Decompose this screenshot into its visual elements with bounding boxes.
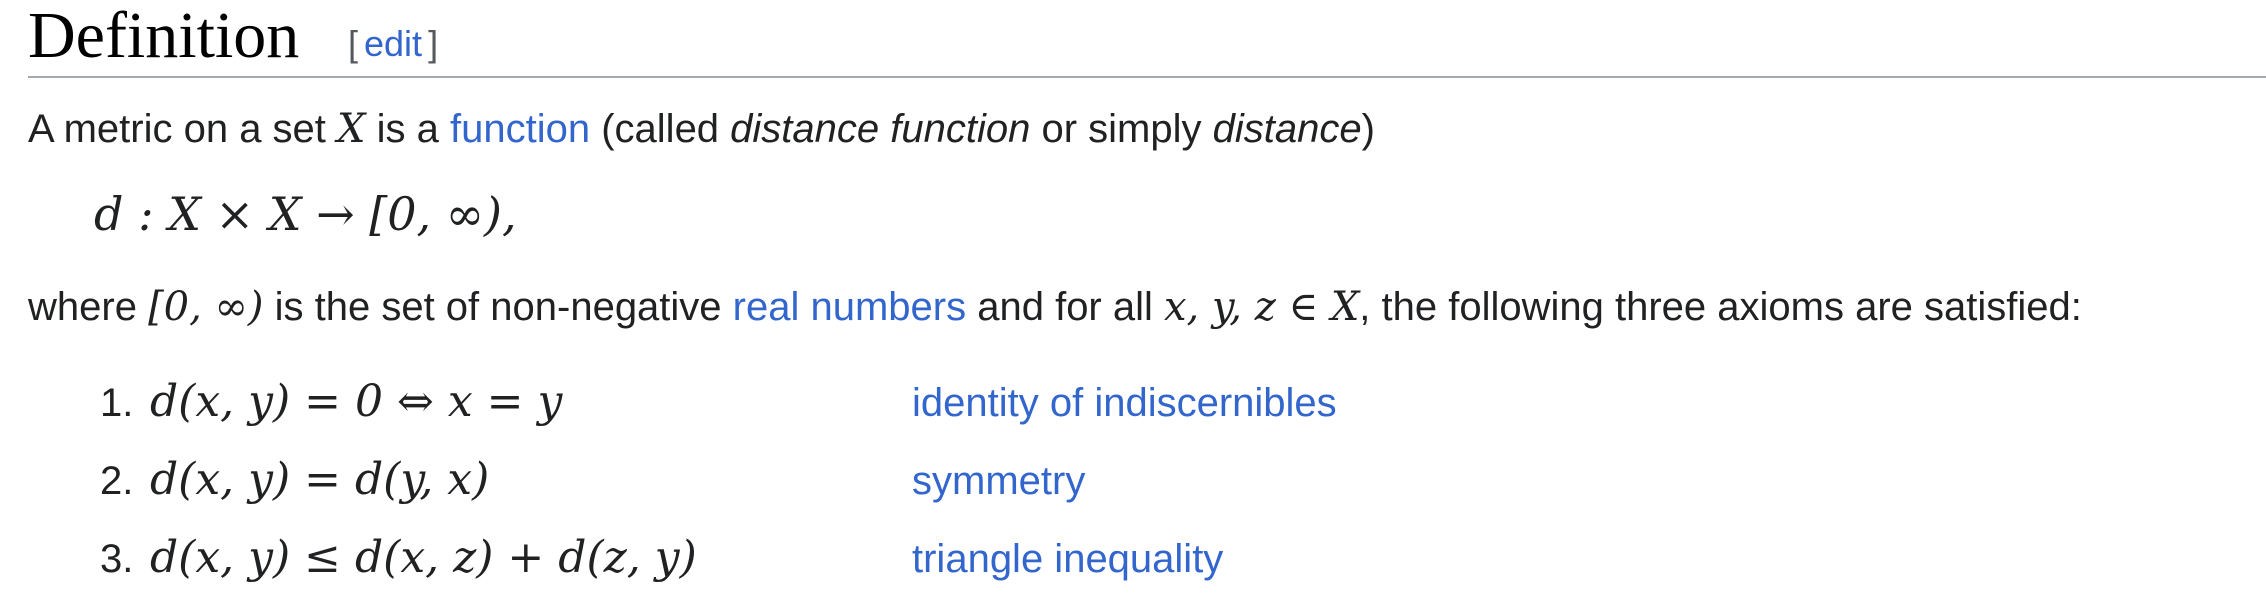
function-link[interactable]: function bbox=[450, 107, 590, 151]
intro-paragraph: A metric on a set X is a function (calle… bbox=[28, 104, 1375, 154]
edit-bracket-open: [ bbox=[348, 23, 359, 64]
interval-formula: [0, ∞) bbox=[148, 284, 264, 330]
axiom-item: 1. d(x, y) = 0 ⇔ x = y identity of indis… bbox=[100, 372, 1400, 432]
axiom-name-link[interactable]: symmetry bbox=[912, 456, 1085, 506]
axiom-number: 2. bbox=[100, 459, 134, 503]
axiom-number: 3. bbox=[100, 537, 134, 581]
axiom-formula: d(x, y) = d(y, x) bbox=[150, 454, 490, 505]
axiom-item: 2. d(x, y) = d(y, x) symmetry bbox=[100, 450, 1400, 510]
axiom-name-link[interactable]: triangle inequality bbox=[912, 534, 1223, 584]
section-heading: Definition [edit] bbox=[28, 0, 2266, 78]
axiom-formula: d(x, y) = 0 ⇔ x = y bbox=[150, 376, 563, 427]
intro-text-3: (called bbox=[590, 107, 731, 151]
where-paragraph: where [0, ∞) is the set of non-negative … bbox=[28, 282, 2082, 332]
intro-text-5: ) bbox=[1361, 107, 1375, 151]
intro-text-4: or simply bbox=[1030, 107, 1213, 151]
axiom-formula: d(x, y) ≤ d(x, z) + d(z, y) bbox=[150, 532, 697, 583]
where-text-2: is the set of non-negative bbox=[263, 285, 733, 329]
quantifier-formula: x, y, z ∈ X bbox=[1164, 284, 1360, 330]
edit-bracket-close: ] bbox=[428, 23, 439, 64]
distance-term: distance bbox=[1212, 107, 1362, 151]
axiom-item: 3. d(x, y) ≤ d(x, z) + d(z, y) triangle … bbox=[100, 528, 1400, 588]
set-symbol: X bbox=[337, 106, 366, 152]
section-title: Definition bbox=[28, 0, 300, 72]
where-text-1: where bbox=[28, 285, 149, 329]
real-numbers-link[interactable]: real numbers bbox=[733, 285, 966, 329]
edit-section-links: [edit] bbox=[348, 20, 438, 68]
metric-definition-formula: d : X × X → [0, ∞), bbox=[94, 187, 517, 241]
axiom-name-link[interactable]: identity of indiscernibles bbox=[912, 378, 1337, 428]
distance-function-term: distance function bbox=[730, 107, 1031, 151]
where-text-4: , the following three axioms are satisfi… bbox=[1359, 285, 2082, 329]
intro-text-2: is a bbox=[365, 107, 450, 151]
where-text-3: and for all bbox=[966, 285, 1164, 329]
intro-text-1: A metric on a set bbox=[28, 107, 338, 151]
axiom-number: 1. bbox=[100, 381, 134, 425]
edit-link[interactable]: edit bbox=[364, 23, 422, 64]
